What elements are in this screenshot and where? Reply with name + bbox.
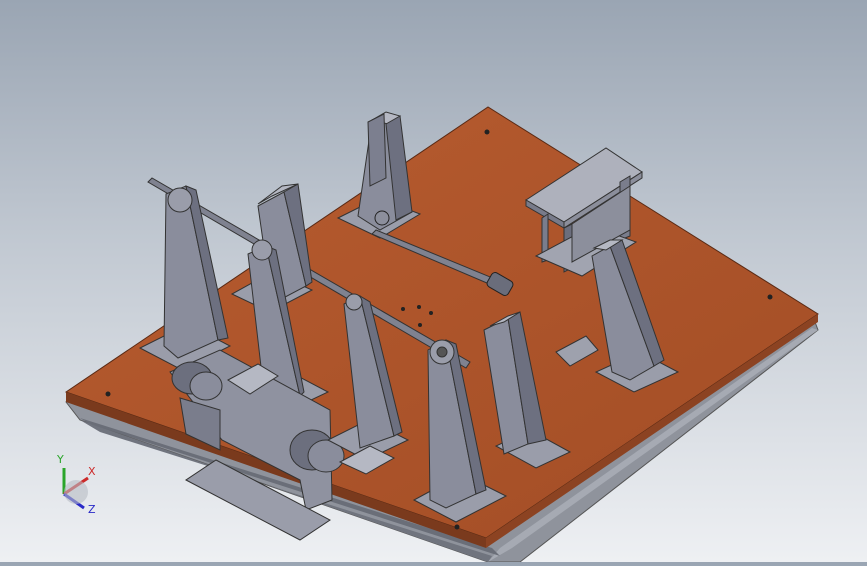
mount-hole xyxy=(454,524,460,530)
triad-hub xyxy=(64,480,88,504)
mount-hole xyxy=(484,129,490,135)
mount-hole xyxy=(767,294,773,300)
coordinate-triad: Y X Z xyxy=(48,452,104,522)
assembly-model xyxy=(64,106,819,563)
mount-hole xyxy=(105,391,111,397)
3d-viewport[interactable]: Y X Z xyxy=(0,0,867,563)
left-tall-bracket xyxy=(138,185,232,371)
z-axis-label: Z xyxy=(88,503,96,516)
y-axis-label: Y xyxy=(57,453,64,466)
x-axis-label: X xyxy=(88,465,96,478)
